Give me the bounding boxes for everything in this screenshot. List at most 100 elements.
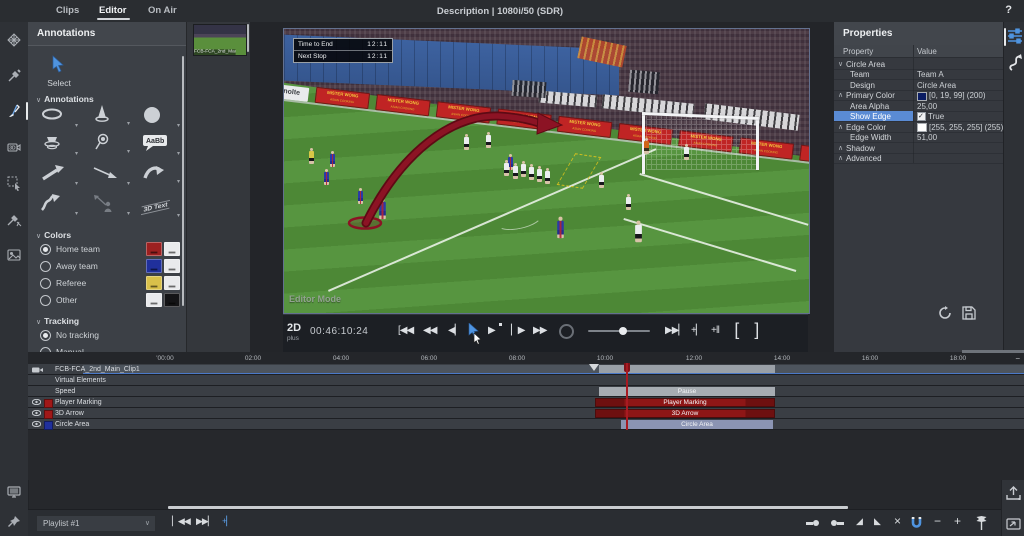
goto-out-button[interactable]: ▶▶▏ xyxy=(665,325,685,336)
camera-3d-icon[interactable]: 3D xyxy=(6,139,22,155)
tool-spotlight-cone[interactable]: ▾ xyxy=(92,104,130,128)
save-button[interactable] xyxy=(962,306,976,320)
referee-color-swatch[interactable] xyxy=(146,276,162,290)
away-team-color-swatch[interactable] xyxy=(146,259,162,273)
track-virtual-elements[interactable]: Virtual Elements xyxy=(28,375,1024,386)
clip-bar[interactable] xyxy=(83,365,1024,374)
radio-home-team[interactable] xyxy=(40,244,51,255)
tool-3d-text[interactable]: 3D Text ▾ xyxy=(142,196,180,220)
animation-swoosh-icon[interactable] xyxy=(1008,54,1022,72)
tool-curved-arrow[interactable]: ▾ xyxy=(142,162,180,186)
eye-visible-icon[interactable] xyxy=(32,399,41,405)
ramp-up-button[interactable]: ◢ xyxy=(856,516,862,527)
marquee-select-icon[interactable] xyxy=(6,175,22,191)
referee-alt-color-swatch[interactable] xyxy=(164,276,180,290)
panel-scrollbar[interactable] xyxy=(182,56,184,306)
chevron-down-icon[interactable] xyxy=(838,60,843,68)
section-colors[interactable]: Colors xyxy=(36,230,71,240)
property-row-advanced[interactable]: Advanced xyxy=(834,153,1004,165)
other-alt-color-swatch[interactable] xyxy=(164,293,180,307)
clip-thumbnail[interactable]: FCB-FCA_2nd_Main_Clip xyxy=(193,24,247,56)
tool-beacon[interactable]: ▾ xyxy=(40,134,78,158)
other-color-swatch[interactable] xyxy=(146,293,162,307)
tool-player-link[interactable]: ▾ xyxy=(92,194,130,218)
track-color-swatch[interactable] xyxy=(44,410,53,419)
section-tracking[interactable]: Tracking xyxy=(36,316,79,326)
tool-dropdown-icon[interactable]: ▾ xyxy=(75,150,78,157)
track-3d-arrow[interactable]: 3D Arrow 3D Arrow xyxy=(28,408,1024,419)
send-to-screen-icon[interactable] xyxy=(1006,518,1021,531)
trim-out-button[interactable] xyxy=(830,519,844,527)
tool-dropdown-icon[interactable]: ▾ xyxy=(177,212,180,219)
tab-editor[interactable]: Editor xyxy=(99,5,126,16)
clip-bin-scrollbar[interactable] xyxy=(247,24,249,52)
marker-flag-icon[interactable] xyxy=(976,516,987,530)
play-button[interactable]: ▶ xyxy=(488,325,495,336)
tool-dropdown-icon[interactable]: ▾ xyxy=(127,120,130,127)
magnet-snap-icon[interactable] xyxy=(910,517,923,530)
properties-sliders-icon[interactable] xyxy=(1008,28,1022,44)
tool-dropdown-icon[interactable]: ▾ xyxy=(75,122,78,129)
chevron-up-icon[interactable] xyxy=(838,154,843,162)
goto-in-button[interactable]: [◀◀ xyxy=(398,325,413,336)
timeline-zoom-out[interactable]: − xyxy=(1015,354,1020,363)
radio-no-tracking[interactable] xyxy=(40,330,51,341)
radio-other-label[interactable]: Other xyxy=(56,295,77,305)
track-main-clip[interactable]: FCB-FCA_2nd_Main_Clip1 xyxy=(28,364,1024,375)
video-preview[interactable]: nolte MISTER WONGASIAN COOKING MISTER WO… xyxy=(283,28,810,314)
tool-dropdown-icon[interactable]: ▾ xyxy=(75,180,78,187)
add-pause-button[interactable]: +‖ xyxy=(711,325,719,336)
loop-button[interactable] xyxy=(559,324,574,339)
rewind-button[interactable]: ◀◀ xyxy=(423,325,436,336)
radio-away-team-label[interactable]: Away team xyxy=(56,261,98,271)
tool-dropdown-icon[interactable]: ▾ xyxy=(127,180,130,187)
chevron-up-icon[interactable] xyxy=(838,144,843,152)
track-color-swatch[interactable] xyxy=(44,399,53,408)
track-circle-area[interactable]: Circle Area Circle Area xyxy=(28,419,1024,430)
select-tool-icon[interactable] xyxy=(50,55,66,73)
eye-visible-icon[interactable] xyxy=(32,421,41,427)
playhead-line[interactable] xyxy=(626,363,628,430)
segment-player-marking[interactable]: Player Marking xyxy=(595,398,775,407)
segment-3d-arrow[interactable]: 3D Arrow xyxy=(595,409,775,418)
radio-no-tracking-label[interactable]: No tracking xyxy=(56,330,99,340)
image-icon[interactable] xyxy=(6,247,22,263)
tool-dropdown-icon[interactable]: ▾ xyxy=(177,122,180,129)
away-team-alt-color-swatch[interactable] xyxy=(164,259,180,273)
show-edge-checkbox[interactable] xyxy=(917,112,926,121)
loop-in-bracket-button[interactable]: [ xyxy=(734,319,739,339)
ramp-down-button[interactable]: ◣ xyxy=(874,516,880,527)
tool-dropdown-icon[interactable]: ▾ xyxy=(177,178,180,185)
radio-away-team[interactable] xyxy=(40,261,51,272)
pin-icon[interactable] xyxy=(6,514,22,530)
tool-filled-circle[interactable]: ▾ xyxy=(142,106,180,130)
field-calibration-icon[interactable] xyxy=(6,32,22,48)
color-sampler-icon[interactable] xyxy=(6,211,22,227)
delete-button[interactable]: × xyxy=(894,514,901,528)
radio-home-team-label[interactable]: Home team xyxy=(56,244,100,254)
track-color-swatch[interactable] xyxy=(44,421,53,430)
add-in-point-button[interactable]: +▏ xyxy=(691,325,703,336)
timeline-zoom-out-button[interactable]: − xyxy=(934,514,941,528)
track-speed[interactable]: Speed Pause xyxy=(28,386,1024,397)
loop-out-bracket-button[interactable]: ] xyxy=(754,319,759,339)
playlist-select[interactable]: Playlist #1 ∨ xyxy=(36,515,156,532)
loop-in-marker[interactable] xyxy=(589,364,599,371)
tab-on-air[interactable]: On Air xyxy=(148,5,177,16)
home-team-alt-color-swatch[interactable] xyxy=(164,242,180,256)
step-back-button[interactable]: ◀▏ xyxy=(448,325,461,336)
tool-dropdown-icon[interactable]: ▾ xyxy=(127,148,130,155)
tool-line-arrow[interactable]: ▾ xyxy=(92,164,130,188)
timeline-scrollbar[interactable] xyxy=(962,350,1024,353)
playlist-goto-in-button[interactable]: ▏◀◀ xyxy=(172,516,190,527)
tool-dropdown-icon[interactable]: ▾ xyxy=(127,210,130,217)
tool-magnifier-target[interactable]: ▾ xyxy=(92,132,130,156)
timeline-zoom-in-button[interactable]: + xyxy=(954,514,961,528)
section-annotations[interactable]: Annotations xyxy=(36,94,94,104)
playlist-add-button[interactable]: +▏ xyxy=(222,516,232,527)
tool-straight-arrow[interactable]: ▾ xyxy=(40,164,78,188)
tool-dropdown-icon[interactable]: ▾ xyxy=(177,150,180,157)
tab-clips[interactable]: Clips xyxy=(56,5,79,16)
speed-slider-knob[interactable] xyxy=(619,327,627,335)
tool-wavy-arrow[interactable]: ▾ xyxy=(40,194,78,218)
